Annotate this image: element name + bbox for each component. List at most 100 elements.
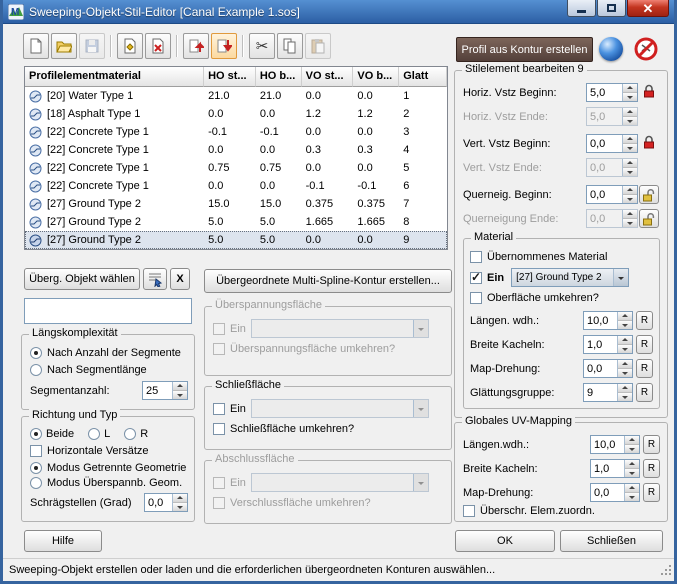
- schliess-ein-checkbox[interactable]: [213, 402, 225, 415]
- spin-up-button[interactable]: [625, 436, 639, 445]
- richtung-rechts-radio[interactable]: [124, 428, 137, 440]
- reset-button[interactable]: R: [636, 383, 653, 402]
- column-header-vo-b[interactable]: VO b...: [353, 67, 400, 87]
- richtung-links-radio[interactable]: [88, 428, 101, 440]
- add-profile-element-button[interactable]: [117, 33, 143, 59]
- spin-up-button[interactable]: [623, 135, 637, 144]
- spin-down-button[interactable]: [618, 369, 632, 377]
- schraegstellen-spinner[interactable]: 0,0: [144, 493, 188, 512]
- column-header-ho-st[interactable]: HO st...: [204, 67, 256, 87]
- spin-up-button[interactable]: [625, 460, 639, 469]
- spin-down-button[interactable]: [623, 195, 637, 203]
- spin-up-button[interactable]: [618, 384, 632, 393]
- spin-down-button[interactable]: [623, 144, 637, 152]
- spin-up-button[interactable]: [173, 382, 187, 391]
- spin-up-button[interactable]: [618, 336, 632, 345]
- table-row[interactable]: [22] Concrete Type 1 0.75 0.75 0.0 0.0 5: [25, 159, 447, 177]
- profile-from-contour-button[interactable]: Profil aus Kontur erstellen: [456, 37, 593, 62]
- reset-button[interactable]: R: [636, 311, 653, 330]
- choose-parent-object-button[interactable]: Überg. Objekt wählen: [24, 268, 140, 290]
- reset-button[interactable]: R: [636, 359, 653, 378]
- uv-breite-kacheln-spinner[interactable]: 1,0: [590, 459, 640, 478]
- table-row[interactable]: [22] Concrete Type 1 -0.1 -0.1 0.0 0.0 3: [25, 123, 447, 141]
- laengen-wdh-spinner[interactable]: 10,0: [583, 311, 633, 330]
- column-header-material[interactable]: Profilelementmaterial: [25, 67, 205, 87]
- spin-up-button[interactable]: [173, 494, 187, 503]
- lock-closed-icon[interactable]: [643, 84, 655, 101]
- pick-object-button[interactable]: [143, 268, 167, 290]
- schliess-select[interactable]: [250, 399, 429, 418]
- spin-down-button[interactable]: [173, 503, 187, 511]
- reset-button[interactable]: R: [643, 459, 660, 478]
- spin-down-button[interactable]: [618, 321, 632, 329]
- spin-down-button[interactable]: [618, 345, 632, 353]
- forbidden-scissors-icon[interactable]: [633, 36, 659, 62]
- resize-grip-icon[interactable]: [660, 564, 673, 580]
- map-drehung-spinner[interactable]: 0,0: [583, 359, 633, 378]
- table-row[interactable]: [22] Concrete Type 1 0.0 0.0 0.3 0.3 4: [25, 141, 447, 159]
- horizontale-versaetze-checkbox[interactable]: [30, 445, 42, 457]
- ueberschr-elem-zuordn-checkbox[interactable]: [463, 505, 475, 517]
- reset-button[interactable]: R: [643, 483, 660, 502]
- cut-button[interactable]: ✂: [249, 33, 275, 59]
- lock-open-button[interactable]: [639, 185, 659, 204]
- profile-element-table[interactable]: Profilelementmaterial HO st... HO b... V…: [24, 66, 448, 250]
- querneig-beginn-spinner[interactable]: 0,0: [586, 185, 638, 204]
- table-row[interactable]: [18] Asphalt Type 1 0.0 0.0 1.2 1.2 2: [25, 105, 447, 123]
- column-header-ho-b[interactable]: HO b...: [255, 67, 302, 87]
- nach-anzahl-segmente-radio[interactable]: [30, 347, 42, 359]
- vert-vstz-beginn-spinner[interactable]: 0,0: [586, 134, 638, 153]
- table-row[interactable]: [22] Concrete Type 1 0.0 0.0 -0.1 -0.1 6: [25, 177, 447, 195]
- horiz-vstz-beginn-spinner[interactable]: 5,0: [586, 83, 638, 102]
- uv-laengen-wdh-spinner[interactable]: 10,0: [590, 435, 640, 454]
- reset-button[interactable]: R: [643, 435, 660, 454]
- richtung-beide-radio[interactable]: [30, 428, 42, 440]
- sphere-icon[interactable]: [599, 37, 623, 61]
- spin-up-button[interactable]: [618, 360, 632, 369]
- delete-profile-element-button[interactable]: [145, 33, 171, 59]
- table-row[interactable]: [27] Ground Type 2 15.0 15.0 0.375 0.375…: [25, 195, 447, 213]
- spin-down-button[interactable]: [623, 93, 637, 101]
- new-document-button[interactable]: [23, 33, 49, 59]
- table-row[interactable]: [27] Ground Type 2 5.0 5.0 1.665 1.665 8: [25, 213, 447, 231]
- dropdown-arrow-icon[interactable]: [613, 269, 629, 286]
- uebernommenes-material-checkbox[interactable]: [470, 251, 482, 263]
- lock-closed-icon[interactable]: [643, 135, 655, 152]
- schliessen-button[interactable]: Schließen: [560, 530, 663, 552]
- table-row-selected[interactable]: [27] Ground Type 2 5.0 5.0 0.0 0.0 9: [25, 231, 447, 249]
- open-button[interactable]: [51, 33, 77, 59]
- material-ein-checkbox[interactable]: [470, 270, 482, 284]
- spin-up-button[interactable]: [623, 186, 637, 195]
- hilfe-button[interactable]: Hilfe: [24, 530, 102, 552]
- close-button[interactable]: ✕: [627, 0, 669, 17]
- glaettungsgruppe-spinner[interactable]: 9: [583, 383, 633, 402]
- segmentanzahl-spinner[interactable]: 25: [142, 381, 188, 400]
- modus-ueberspannb-geom-radio[interactable]: [30, 477, 42, 489]
- move-element-down-button[interactable]: [211, 33, 237, 59]
- clear-parent-object-button[interactable]: X: [170, 268, 190, 290]
- spin-down-button[interactable]: [625, 493, 639, 501]
- move-element-up-button[interactable]: [183, 33, 209, 59]
- table-row[interactable]: [20] Water Type 1 21.0 21.0 0.0 0.0 1: [25, 87, 447, 105]
- lock-open-button[interactable]: [639, 209, 659, 228]
- reset-button[interactable]: R: [636, 335, 653, 354]
- multi-spline-kontur-button[interactable]: Übergeordnete Multi-Spline-Kontur erstel…: [204, 269, 452, 293]
- dropdown-arrow-icon[interactable]: [412, 400, 428, 417]
- spin-up-button[interactable]: [623, 84, 637, 93]
- copy-button[interactable]: [277, 33, 303, 59]
- material-select[interactable]: [27] Ground Type 2: [511, 268, 630, 287]
- titlebar[interactable]: M Sweeping-Objekt-Stil-Editor [Canal Exa…: [3, 0, 674, 24]
- spin-up-button[interactable]: [618, 312, 632, 321]
- uv-map-drehung-spinner[interactable]: 0,0: [590, 483, 640, 502]
- parent-object-name-input[interactable]: [24, 298, 192, 324]
- ok-button[interactable]: OK: [455, 530, 555, 552]
- column-header-vo-st[interactable]: VO st...: [301, 67, 354, 87]
- spin-down-button[interactable]: [618, 393, 632, 401]
- modus-getrennte-geometrie-radio[interactable]: [30, 462, 42, 474]
- spin-down-button[interactable]: [625, 469, 639, 477]
- nach-segmentlaenge-radio[interactable]: [30, 364, 42, 376]
- spin-up-button[interactable]: [625, 484, 639, 493]
- maximize-button[interactable]: [597, 0, 626, 17]
- spin-down-button[interactable]: [173, 391, 187, 399]
- breite-kacheln-spinner[interactable]: 1,0: [583, 335, 633, 354]
